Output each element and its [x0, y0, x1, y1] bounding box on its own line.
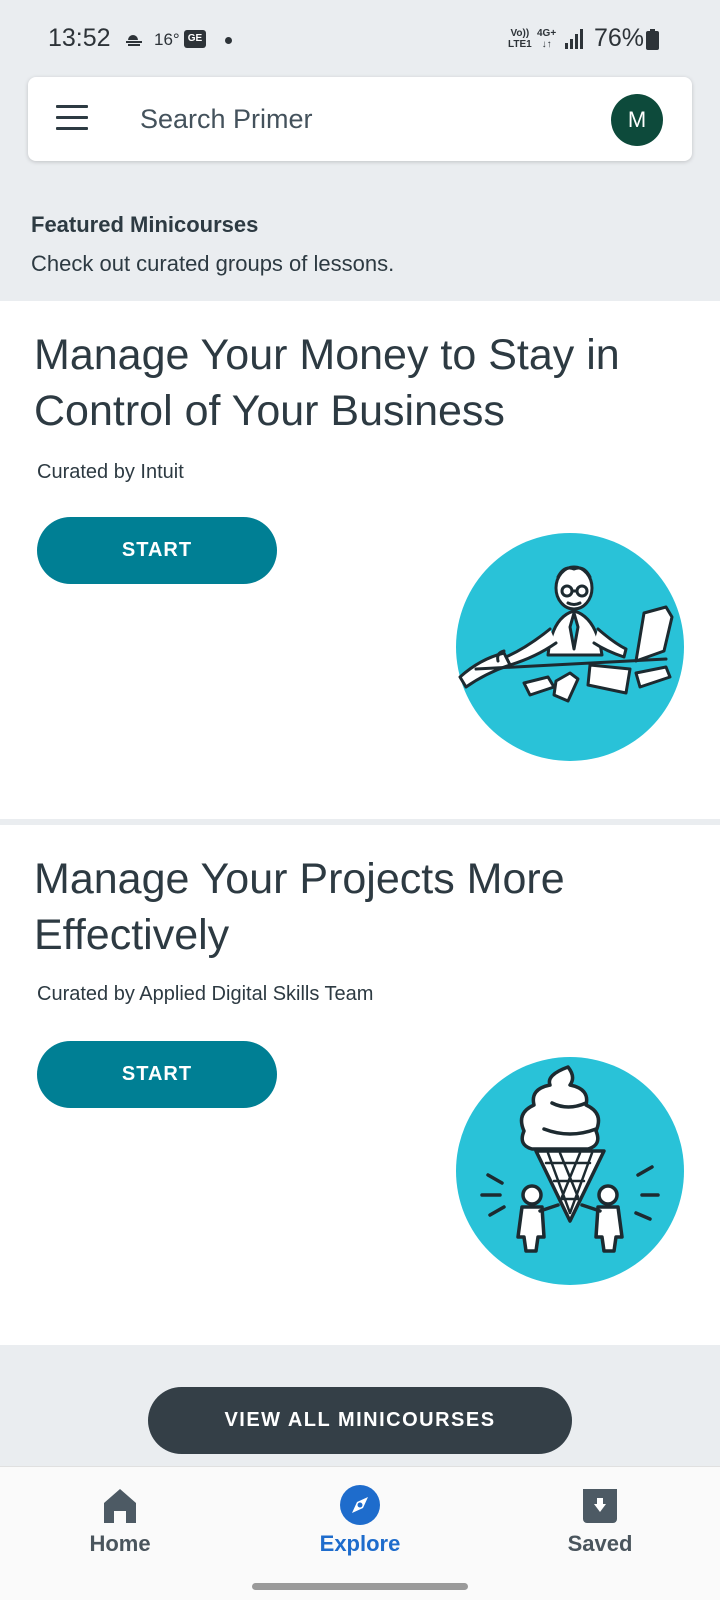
- notification-dot-icon: [225, 37, 232, 44]
- compass-icon: [340, 1485, 380, 1525]
- network-arrows: ↓↑: [541, 39, 552, 50]
- minicourse-card[interactable]: Manage Your Projects More Effectively Cu…: [0, 825, 720, 1345]
- battery-percentage: 76%: [594, 24, 645, 52]
- search-input[interactable]: [140, 99, 560, 139]
- network-4g-indicator: 4G+ ↓↑: [537, 28, 556, 50]
- status-time: 13:52: [48, 24, 111, 52]
- signal-strength-icon: [565, 29, 583, 49]
- view-all-minicourses-button[interactable]: VIEW ALL MINICOURSES: [148, 1387, 572, 1454]
- course-curator: Curated by Intuit: [37, 461, 184, 483]
- battery-icon: [646, 29, 659, 50]
- course-title: Manage Your Projects More Effectively: [34, 855, 565, 959]
- volte-line-2: LTE1: [508, 39, 532, 50]
- hamburger-menu-icon[interactable]: [56, 105, 88, 131]
- home-indicator[interactable]: [252, 1583, 468, 1590]
- course-title: Manage Your Money to Stay in Control of …: [34, 331, 620, 435]
- minicourse-card[interactable]: Manage Your Money to Stay in Control of …: [0, 301, 720, 819]
- avatar[interactable]: M: [611, 94, 663, 146]
- home-icon: [104, 1489, 136, 1523]
- status-temperature: 16°: [154, 30, 180, 49]
- volte-indicator: Vo)) LTE1: [508, 28, 532, 50]
- people-holding-ice-cream-illustration: [456, 1057, 684, 1285]
- nav-item-home[interactable]: Home: [0, 1467, 240, 1577]
- start-button[interactable]: START: [37, 1041, 277, 1108]
- nav-item-saved[interactable]: Saved: [480, 1467, 720, 1577]
- ge-badge-icon: GE: [184, 30, 206, 48]
- start-button[interactable]: START: [37, 517, 277, 584]
- search-bar: M: [28, 77, 692, 161]
- nav-label-home: Home: [89, 1531, 151, 1556]
- businessman-with-receipts-illustration: [456, 533, 684, 761]
- course-curator: Curated by Applied Digital Skills Team: [37, 983, 374, 1005]
- section-subtitle: Check out curated groups of lessons.: [31, 251, 395, 276]
- bottom-navigation: Home Explore Saved: [0, 1466, 720, 1600]
- section-title: Featured Minicourses: [31, 212, 259, 237]
- nav-label-saved: Saved: [567, 1531, 633, 1556]
- volte-line-1: Vo)): [510, 28, 530, 39]
- status-bar: 13:52 16° GE Vo)) LTE1 4G+ ↓↑ 76%: [0, 0, 720, 78]
- archive-icon: [583, 1489, 617, 1523]
- cloudy-weather-icon: [126, 35, 142, 46]
- nav-label-explore: Explore: [319, 1531, 401, 1556]
- network-label: 4G+: [537, 28, 557, 39]
- nav-item-explore[interactable]: Explore: [240, 1467, 480, 1577]
